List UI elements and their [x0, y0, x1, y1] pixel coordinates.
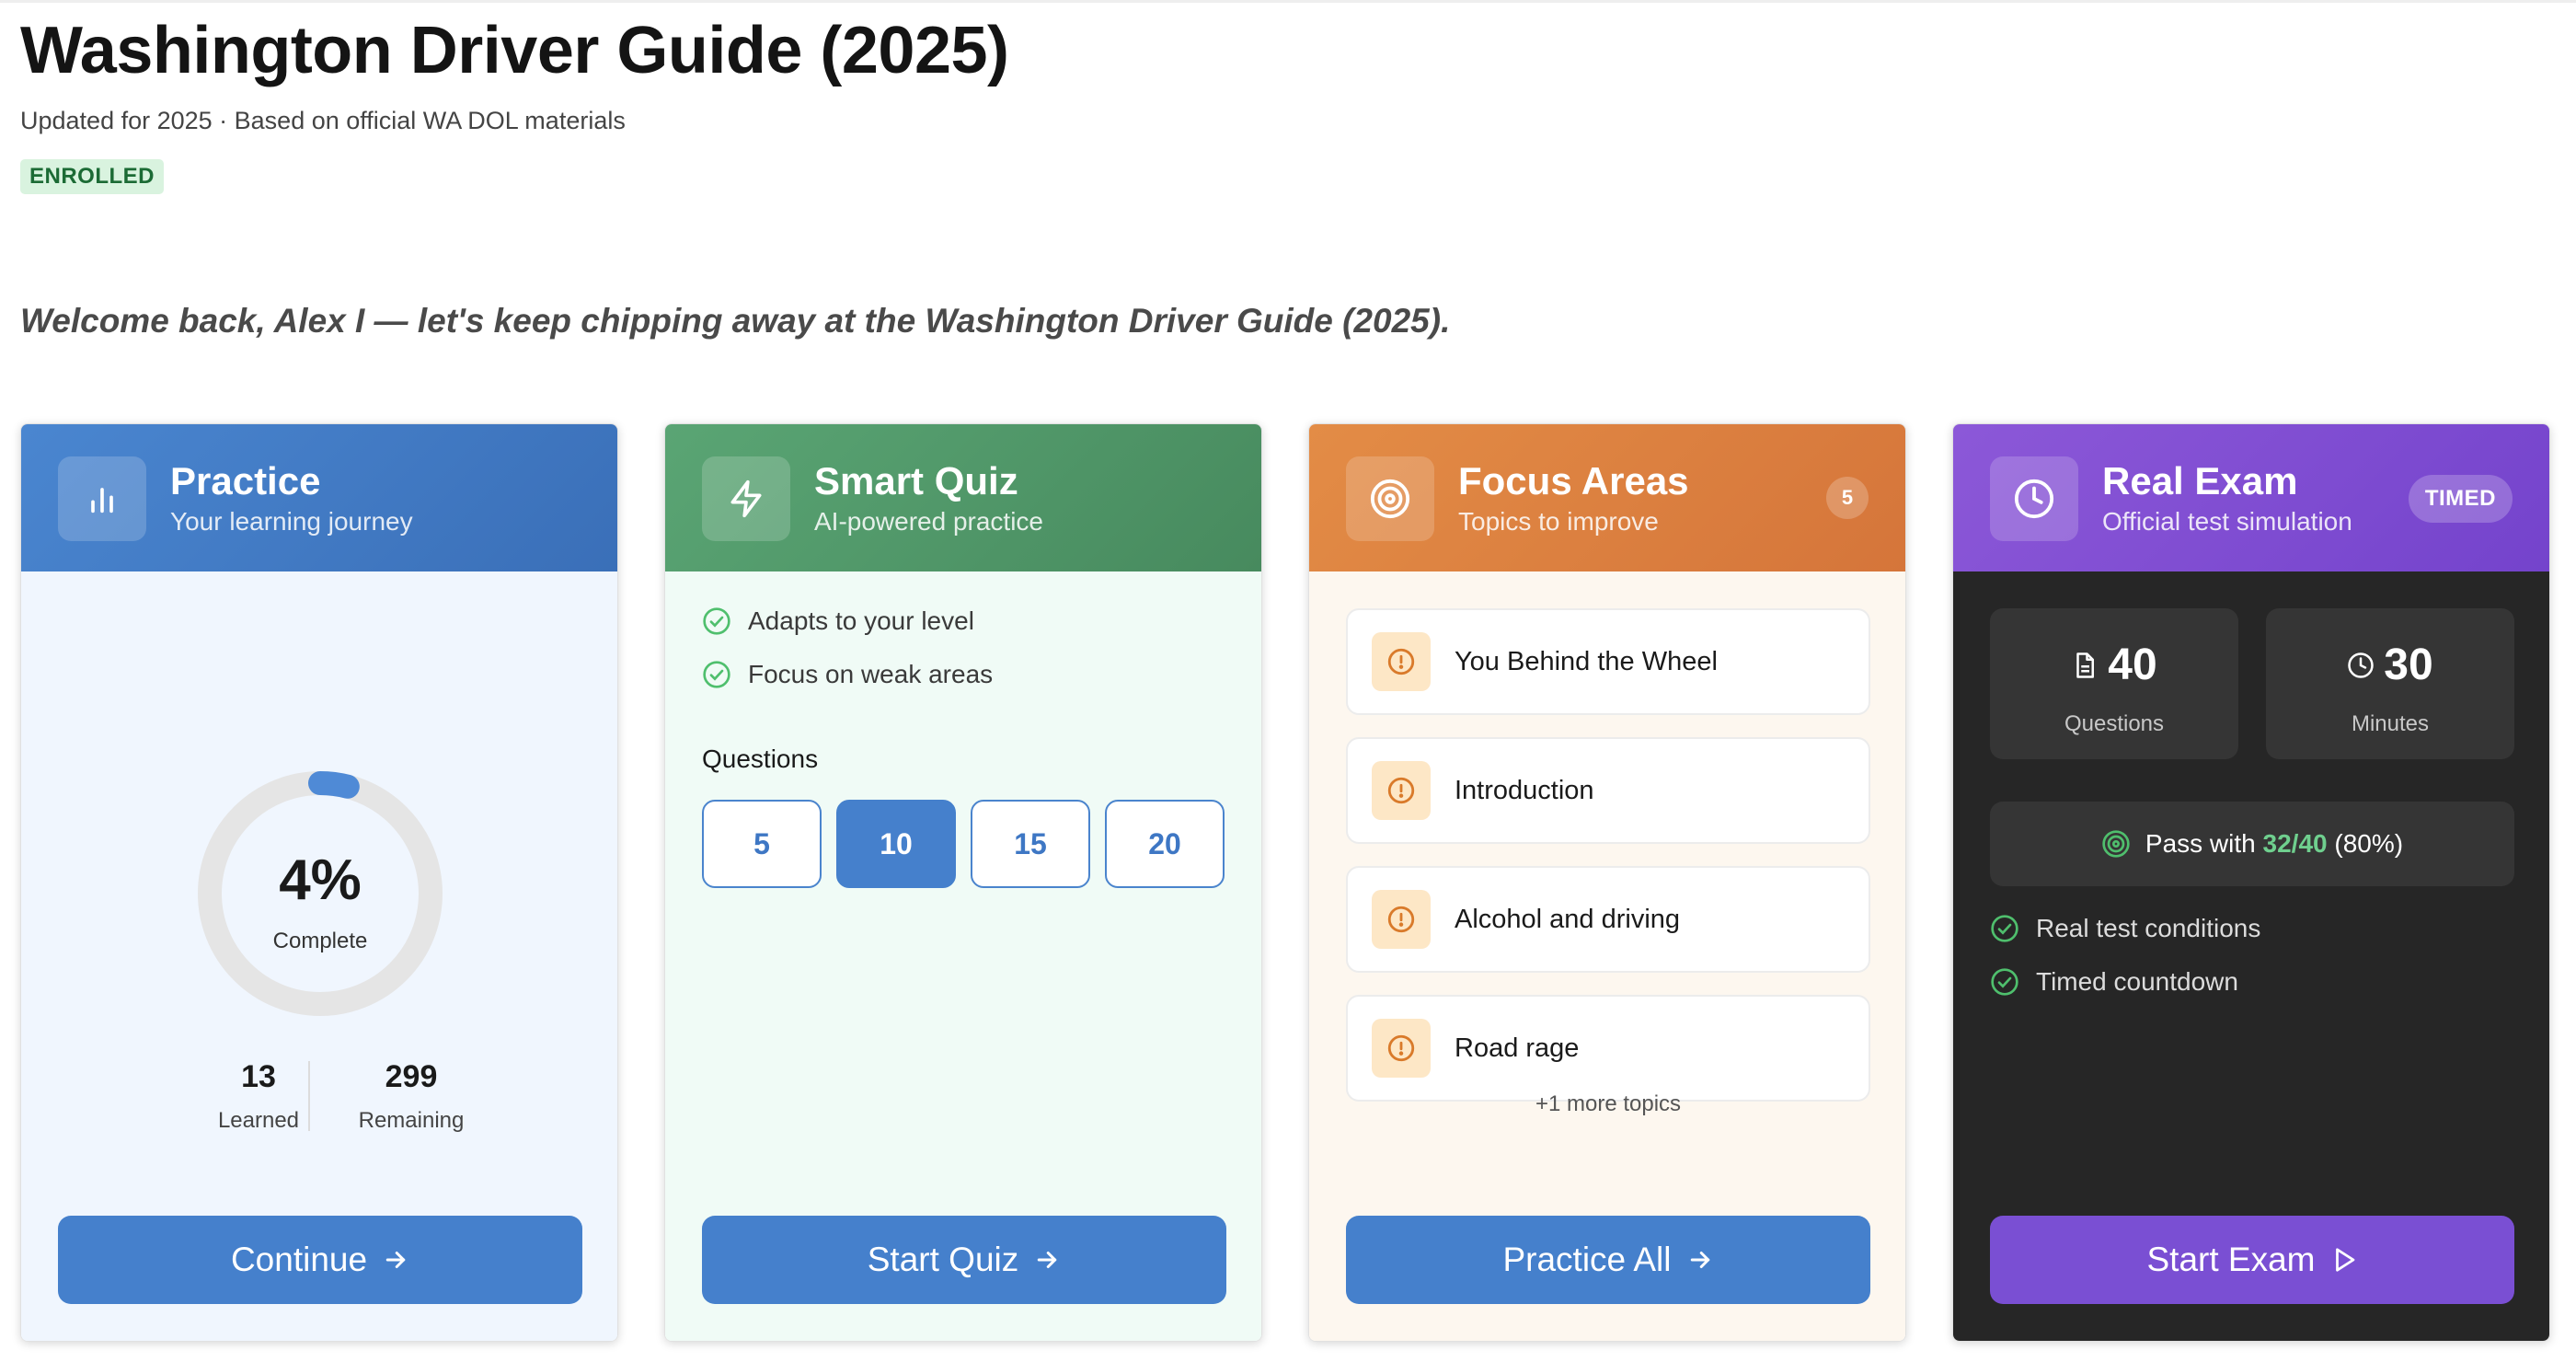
- pass-requirement: Pass with 32/40 (80%): [1990, 802, 2514, 886]
- alert-circle-icon: [1372, 761, 1431, 820]
- lightning-icon: [702, 456, 790, 541]
- exam-minutes-stat: 30 Minutes: [2266, 608, 2514, 759]
- alert-circle-icon: [1372, 632, 1431, 691]
- learned-label: Learned: [217, 1108, 300, 1133]
- topic-item[interactable]: Road rage: [1346, 995, 1870, 1102]
- page-header: Washington Driver Guide (2025) Updated f…: [20, 9, 1009, 194]
- questions-label: Questions: [702, 744, 819, 773]
- feature-weak-areas: Focus on weak areas: [702, 660, 993, 689]
- start-exam-button-label: Start Exam: [2146, 1241, 2316, 1278]
- pass-percent: (80%): [2334, 829, 2404, 858]
- topic-item[interactable]: Alcohol and driving: [1346, 866, 1870, 973]
- top-divider: [0, 0, 2576, 3]
- check-circle-icon: [1991, 968, 2018, 996]
- timed-badge: TIMED: [2408, 475, 2513, 523]
- alert-circle-icon: [1372, 890, 1431, 949]
- bar-chart-icon: [58, 456, 146, 541]
- arrow-right-icon: [1038, 1252, 1057, 1268]
- exam-questions-label: Questions: [2064, 711, 2165, 736]
- pass-prefix: Pass with: [2145, 829, 2256, 858]
- real-exam-subtitle: Official test simulation: [2102, 507, 2352, 536]
- feature-timed-countdown: Timed countdown: [1990, 967, 2238, 997]
- exam-questions-count: 40: [2108, 641, 2157, 689]
- exam-minutes-count: 30: [2384, 641, 2433, 689]
- topic-item[interactable]: You Behind the Wheel: [1346, 608, 1870, 715]
- practice-all-button-label: Practice All: [1502, 1241, 1672, 1278]
- topic-label: You Behind the Wheel: [1455, 646, 1718, 676]
- stat-divider: [308, 1061, 310, 1131]
- enrolled-badge: ENROLLED: [20, 159, 164, 194]
- page-title: Washington Driver Guide (2025): [20, 14, 1009, 87]
- question-count-10[interactable]: 10: [836, 800, 956, 888]
- clock-icon: [2348, 652, 2375, 678]
- target-icon: [1346, 456, 1434, 541]
- clock-icon: [1990, 456, 2078, 541]
- smart-quiz-card-body: Adapts to your level Focus on weak areas…: [665, 571, 1261, 1341]
- play-icon: [2335, 1248, 2354, 1272]
- smart-quiz-card: Smart Quiz AI-powered practice Adapts to…: [664, 423, 1262, 1342]
- feature-real-conditions: Real test conditions: [1990, 914, 2260, 943]
- question-count-20[interactable]: 20: [1105, 800, 1225, 888]
- practice-subtitle: Your learning journey: [170, 507, 413, 536]
- target-icon: [2102, 830, 2130, 858]
- focus-count-badge: 5: [1826, 477, 1869, 519]
- smart-quiz-title: Smart Quiz: [814, 459, 1018, 502]
- feature-label: Timed countdown: [2036, 967, 2238, 996]
- topic-label: Alcohol and driving: [1455, 904, 1681, 934]
- feature-adapts: Adapts to your level: [702, 606, 974, 636]
- focus-areas-title: Focus Areas: [1458, 459, 1689, 502]
- arrow-right-icon: [385, 1252, 406, 1268]
- continue-button-label: Continue: [230, 1241, 368, 1278]
- focus-areas-card-body: You Behind the Wheel Introduction Alcoho…: [1309, 571, 1905, 1341]
- document-icon: [2076, 652, 2095, 678]
- exam-minutes-label: Minutes: [2351, 711, 2430, 736]
- learned-stat: 13 Learned: [176, 1059, 341, 1134]
- practice-title: Practice: [170, 459, 321, 502]
- check-circle-icon: [703, 607, 730, 635]
- focus-areas-card-header: Focus Areas Topics to improve 5: [1309, 424, 1905, 571]
- smart-quiz-card-header: Smart Quiz AI-powered practice: [665, 424, 1261, 571]
- progress-label: Complete: [272, 929, 368, 953]
- remaining-stat: 299 Remaining: [328, 1059, 494, 1134]
- focus-areas-card: Focus Areas Topics to improve 5 You Behi…: [1308, 423, 1906, 1342]
- start-quiz-button[interactable]: Start Quiz: [702, 1216, 1226, 1304]
- page-subtitle: Updated for 2025 · Based on official WA …: [20, 107, 626, 134]
- real-exam-title: Real Exam: [2102, 459, 2298, 502]
- topic-label: Introduction: [1455, 775, 1594, 805]
- real-exam-card-header: Real Exam Official test simulation TIMED: [1953, 424, 2549, 571]
- pass-score: 32/40: [2262, 829, 2328, 858]
- question-count-15[interactable]: 15: [971, 800, 1090, 888]
- feature-label: Real test conditions: [2036, 914, 2261, 942]
- arrow-right-icon: [1690, 1252, 1709, 1268]
- progress-percent: 4%: [279, 848, 362, 912]
- topic-item[interactable]: Introduction: [1346, 737, 1870, 844]
- exam-questions-stat: 40 Questions: [1990, 608, 2238, 759]
- practice-all-button[interactable]: Practice All: [1346, 1216, 1870, 1304]
- practice-card-body: 4% Complete 13 Learned 299 Remaining Con…: [21, 571, 617, 1341]
- topic-label: Road rage: [1455, 1033, 1580, 1063]
- practice-card: Practice Your learning journey 4% Comple…: [20, 423, 618, 1342]
- check-circle-icon: [1991, 915, 2018, 942]
- start-exam-button[interactable]: Start Exam: [1990, 1216, 2514, 1304]
- smart-quiz-subtitle: AI-powered practice: [814, 507, 1044, 536]
- remaining-label: Remaining: [358, 1108, 465, 1133]
- learned-count: 13: [241, 1059, 276, 1094]
- welcome-message: Welcome back, Alex I — let's keep chippi…: [20, 302, 1451, 340]
- real-exam-card-body: 40 Questions 30 Minutes Pass with 32/40 …: [1953, 571, 2549, 1341]
- question-count-5[interactable]: 5: [702, 800, 822, 888]
- check-circle-icon: [703, 661, 730, 688]
- continue-button[interactable]: Continue: [58, 1216, 582, 1304]
- more-topics-link[interactable]: +1 more topics: [1309, 1091, 1905, 1117]
- practice-card-header: Practice Your learning journey: [21, 424, 617, 571]
- feature-label: Focus on weak areas: [748, 660, 994, 688]
- start-quiz-button-label: Start Quiz: [867, 1241, 1019, 1278]
- feature-label: Adapts to your level: [748, 606, 974, 635]
- remaining-count: 299: [385, 1059, 438, 1094]
- alert-circle-icon: [1372, 1019, 1431, 1078]
- real-exam-card: Real Exam Official test simulation TIMED…: [1952, 423, 2550, 1342]
- focus-areas-subtitle: Topics to improve: [1458, 507, 1659, 536]
